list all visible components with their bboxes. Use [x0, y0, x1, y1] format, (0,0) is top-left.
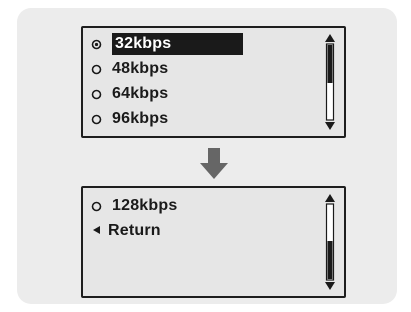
scroll-up-arrow-icon [325, 194, 335, 202]
radio-empty-icon [91, 64, 102, 75]
menu-illustration-panel: 32kbps 48kbps 64kbps 96kbps 128kbps Retu… [17, 8, 397, 304]
menu-item-label: 32kbps [112, 33, 244, 55]
menu-item-label: 128kbps [112, 197, 178, 214]
scroll-thumb [327, 241, 333, 279]
menu-item-return[interactable]: Return [91, 219, 161, 243]
scroll-down-arrow-icon [325, 282, 335, 290]
menu-item-96kbps[interactable]: 96kbps [91, 107, 168, 131]
back-arrow-icon [91, 225, 102, 237]
menu-item-128kbps[interactable]: 128kbps [91, 194, 177, 218]
scrollbar[interactable] [324, 194, 336, 290]
menu-item-label: 96kbps [112, 110, 169, 127]
radio-empty-icon [91, 89, 102, 100]
menu-item-64kbps[interactable]: 64kbps [91, 82, 168, 106]
bitrate-menu-screen-page-2: 128kbps Return [81, 186, 346, 298]
radio-selected-icon [91, 39, 102, 50]
down-arrow-icon [199, 148, 229, 180]
radio-empty-icon [91, 201, 102, 212]
scroll-thumb [327, 45, 333, 83]
menu-item-label: 48kbps [112, 60, 169, 77]
menu-item-32kbps[interactable]: 32kbps [91, 32, 244, 56]
menu-item-label: 64kbps [112, 85, 169, 102]
radio-empty-icon [91, 114, 102, 125]
scroll-down-arrow-icon [325, 122, 335, 130]
bitrate-menu-screen-page-1: 32kbps 48kbps 64kbps 96kbps [81, 26, 346, 138]
menu-item-label: Return [108, 222, 161, 239]
menu-item-48kbps[interactable]: 48kbps [91, 57, 168, 81]
scrollbar[interactable] [324, 34, 336, 130]
scroll-up-arrow-icon [325, 34, 335, 42]
